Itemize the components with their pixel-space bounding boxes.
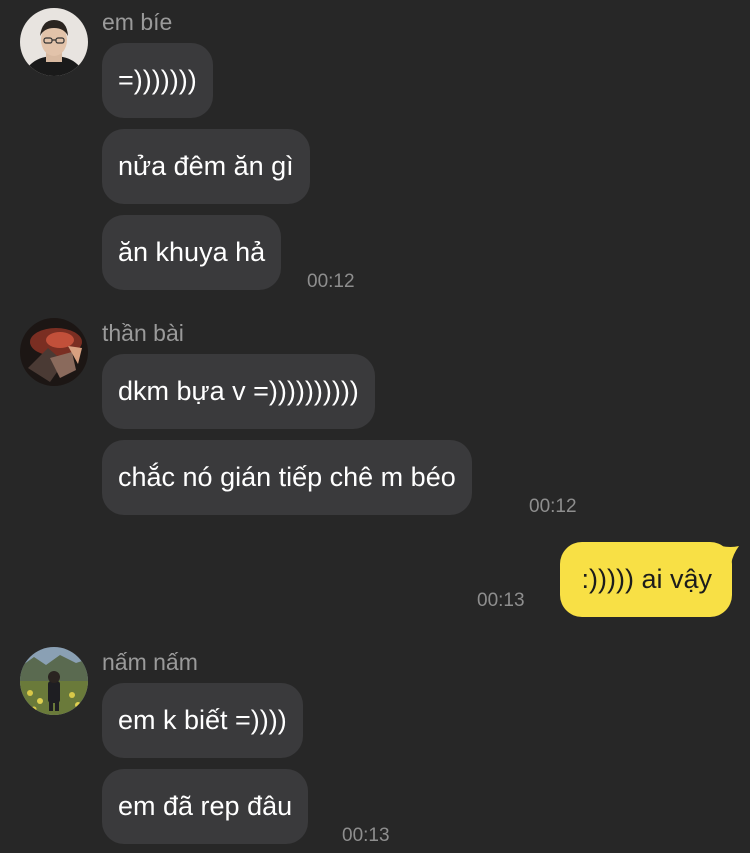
- message-bubble[interactable]: em k biết =)))): [102, 683, 303, 758]
- avatar-dark-orange-photo-icon: [20, 318, 88, 386]
- sender-name: nấm nấm: [102, 649, 198, 675]
- message-bubble[interactable]: chắc nó gián tiếp chê m béo: [102, 440, 472, 515]
- sender-name: em bíe: [102, 9, 173, 35]
- avatar-person-in-field-icon: [20, 647, 88, 715]
- message-bubble[interactable]: nửa đêm ăn gì: [102, 129, 310, 204]
- avatar-person-with-glasses-icon: [20, 8, 88, 76]
- message-timestamp: 00:12: [529, 496, 577, 517]
- message-bubble[interactable]: =))))))): [102, 43, 213, 118]
- outgoing-message-bubble[interactable]: :))))) ai vậy: [559, 542, 739, 617]
- message-timestamp: 00:13: [342, 825, 390, 846]
- sender-name: thần bài: [102, 320, 184, 346]
- message-bubble[interactable]: ăn khuya hả: [102, 215, 282, 290]
- message-timestamp: 00:12: [307, 271, 355, 292]
- message-bubble[interactable]: dkm bựa v =)))))))))): [102, 354, 375, 429]
- avatar-em-bie[interactable]: [20, 8, 88, 76]
- bubble-tail-icon: [721, 546, 739, 564]
- message-bubble[interactable]: em đã rep đâu: [102, 769, 309, 844]
- outgoing-message-text: :))))) ai vậy: [581, 564, 713, 594]
- avatar-nam-nam[interactable]: [20, 647, 88, 715]
- avatar-than-bai[interactable]: [20, 318, 88, 386]
- message-timestamp: 00:13: [477, 590, 525, 611]
- chat-thread: em bíe =))))))) nửa đêm ăn gì ăn khuya h…: [0, 0, 750, 853]
